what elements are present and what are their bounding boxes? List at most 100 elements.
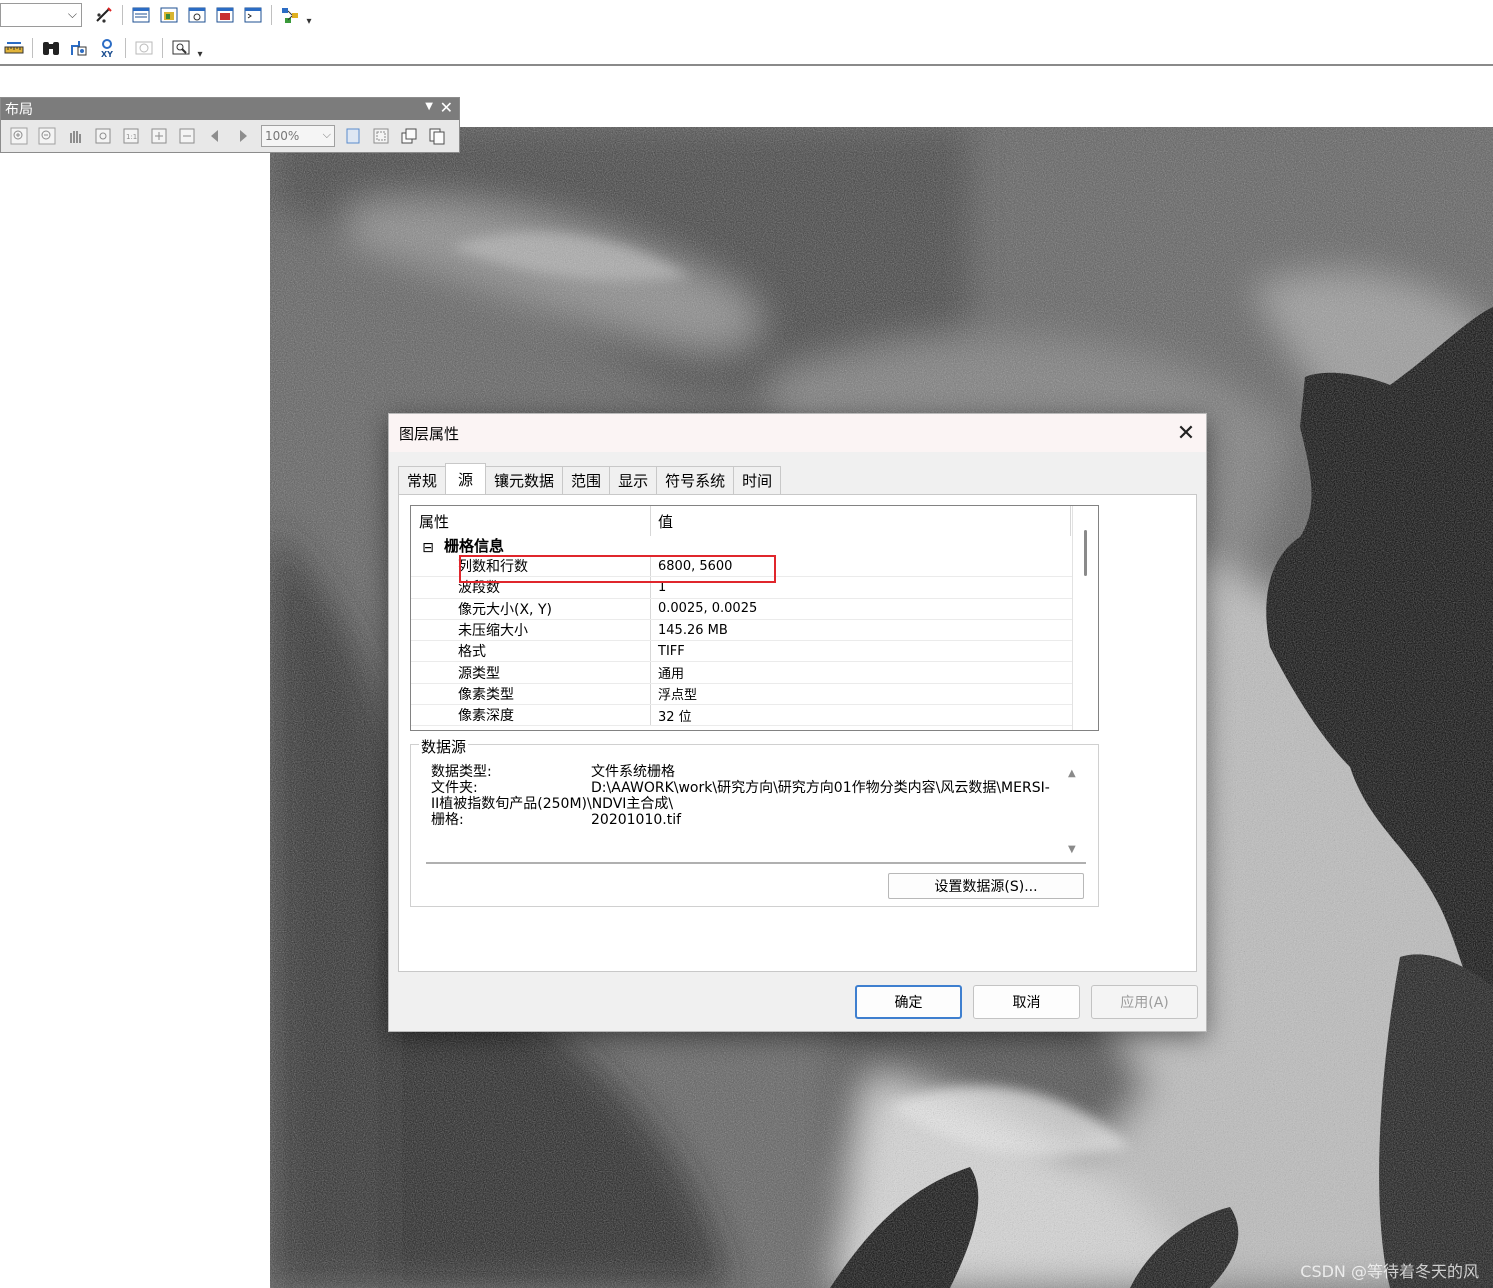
change-layout-icon[interactable] [398,125,420,147]
row-value: 0.0025, 0.0025 [658,601,758,617]
column-header-value: 值 [651,506,1071,536]
datasource-legend: 数据源 [419,736,469,757]
row-key: 格式 [411,641,651,662]
toolbar-separator [122,5,123,25]
row-value: 通用 [658,667,685,683]
layer-properties-dialog: 图层属性 ✕ 常规 源 镶元数据 范围 显示 符号系统 时间 属性 值 ⊟ 栅格… [388,413,1207,1032]
forward-extent-icon[interactable] [232,125,254,147]
group-label: 栅格信息 [444,537,505,555]
row-value: 145.26 MB [658,622,728,638]
tab-key-metadata[interactable]: 镶元数据 [485,466,564,494]
row-key: 像素类型 [411,683,651,705]
scroll-up-icon[interactable]: ▲ [1068,766,1076,782]
cancel-button[interactable]: 取消 [973,985,1080,1019]
create-viewer-window-icon[interactable] [169,36,193,60]
datasource-textbox[interactable]: 数据类型: 文件系统栅格 文件夹: D:\AAWORK\work\研究方向\研究… [426,760,1086,864]
row-key: 像素深度 [411,705,651,726]
red-highlight-box [459,555,776,583]
tab-extent[interactable]: 范围 [562,466,611,494]
source-tab-panel: 属性 值 ⊟ 栅格信息 列数和行数 6800, 5600 波段数 1 像元大小(… [398,494,1197,972]
time-slider-icon[interactable] [132,36,156,60]
toolbar-separator [271,5,272,25]
property-grid-header: 属性 值 [411,506,1098,536]
layout-toolbar: 布局 ▼ ✕ 1:1 100% ⌵ [0,97,460,153]
fixed-zoom-out-icon[interactable] [176,125,198,147]
measure-icon[interactable] [2,36,26,60]
find-binoculars-icon[interactable] [39,36,63,60]
scale-combo[interactable]: ⌵ [0,3,82,27]
zoom-out-icon[interactable] [36,125,58,147]
data-type-label: 数据类型: [431,764,492,780]
collapse-toggle-icon[interactable]: ⊟ [422,541,434,556]
toolbar-overflow-icon[interactable]: ▾ [304,3,314,27]
data-type-value: 文件系统栅格 [591,764,675,780]
dropdown-triangle-icon[interactable]: ▼ [425,101,433,112]
dialog-tabs: 常规 源 镶元数据 范围 显示 符号系统 时间 [398,463,782,494]
toolbar-row-2: XY ▾ [0,33,205,63]
toolbar-row-1: ⌵ ▾ [0,0,314,30]
goto-xy-icon[interactable]: XY [95,36,119,60]
dialog-titlebar[interactable]: 图层属性 ✕ [389,414,1206,452]
raster-value: 20201010.tif [591,812,682,828]
toolbar-overflow-icon[interactable]: ▾ [195,36,205,60]
catalog-icon[interactable] [157,3,181,27]
group-raster-info[interactable]: ⊟ 栅格信息 [411,536,1098,556]
data-driven-pages-icon[interactable] [426,125,448,147]
layout-zoom-combo[interactable]: 100% ⌵ [261,125,335,147]
svg-text:1:1: 1:1 [126,133,137,141]
raster-property-grid[interactable]: 属性 值 ⊟ 栅格信息 列数和行数 6800, 5600 波段数 1 像元大小(… [410,505,1099,731]
toolbar-separator [125,38,126,58]
tab-symbology[interactable]: 符号系统 [656,466,735,494]
close-icon[interactable]: ✕ [1166,414,1206,452]
table-row[interactable]: 未压缩大小 145.26 MB [411,619,1098,642]
svg-text:XY: XY [101,50,113,58]
tab-general[interactable]: 常规 [398,466,447,494]
editor-toolbar-icon[interactable] [92,3,116,27]
table-row[interactable]: 像素类型 浮点型 [411,683,1098,706]
ok-button[interactable]: 确定 [855,985,962,1019]
table-row[interactable]: 格式 TIFF [411,641,1098,663]
scroll-down-icon[interactable]: ▼ [1068,842,1076,858]
fixed-zoom-in-icon[interactable] [148,125,170,147]
find-route-icon[interactable] [67,36,91,60]
layout-zoom-value: 100% [265,129,300,143]
table-row[interactable]: 像元大小(X, Y) 0.0025, 0.0025 [411,598,1098,620]
close-icon[interactable]: ✕ [440,98,453,117]
column-header-property: 属性 [411,506,651,536]
dialog-title: 图层属性 [399,424,460,443]
row-value: TIFF [658,643,685,659]
table-window-icon[interactable] [129,3,153,27]
chevron-down-icon: ⌵ [322,128,331,141]
property-grid-scrollbar[interactable] [1072,506,1098,730]
datasource-group: 数据源 数据类型: 文件系统栅格 文件夹: D:\AAWORK\work\研究方… [410,736,1099,907]
toggle-draft-mode-icon[interactable] [342,125,364,147]
datasource-scrollbar[interactable]: ▲ ▼ [1062,760,1086,862]
table-row[interactable]: 像素深度 32 位 [411,705,1098,727]
search-window-icon[interactable] [185,3,209,27]
pan-hand-icon[interactable] [64,125,86,147]
table-row[interactable]: 源类型 通用 [411,662,1098,684]
set-data-source-button[interactable]: 设置数据源(S)... [888,873,1084,899]
row-key: 源类型 [411,662,651,683]
modelbuilder-icon[interactable] [278,3,302,27]
row-value: 浮点型 [658,688,698,704]
zoom-whole-page-icon[interactable] [92,125,114,147]
tab-display[interactable]: 显示 [609,466,658,494]
tab-source[interactable]: 源 [445,463,487,494]
row-key: 未压缩大小 [411,619,651,641]
back-extent-icon[interactable] [204,125,226,147]
folder-label: 文件夹: [431,780,478,796]
raster-label: 栅格: [431,812,464,828]
layout-toolbar-titlebar[interactable]: 布局 ▼ ✕ [1,98,459,120]
zoom-100-icon[interactable]: 1:1 [120,125,142,147]
zoom-in-icon[interactable] [8,125,30,147]
main-toolbar-area: ⌵ ▾ XY ▾ [0,0,1493,66]
toolbar-separator [162,38,163,58]
row-key: 像元大小(X, Y) [411,598,651,619]
focus-data-frame-icon[interactable] [370,125,392,147]
scrollbar-thumb[interactable] [1084,530,1087,576]
python-window-icon[interactable] [241,3,265,27]
arctoolbox-icon[interactable] [213,3,237,27]
tab-time[interactable]: 时间 [733,466,782,494]
apply-button[interactable]: 应用(A) [1091,985,1198,1019]
